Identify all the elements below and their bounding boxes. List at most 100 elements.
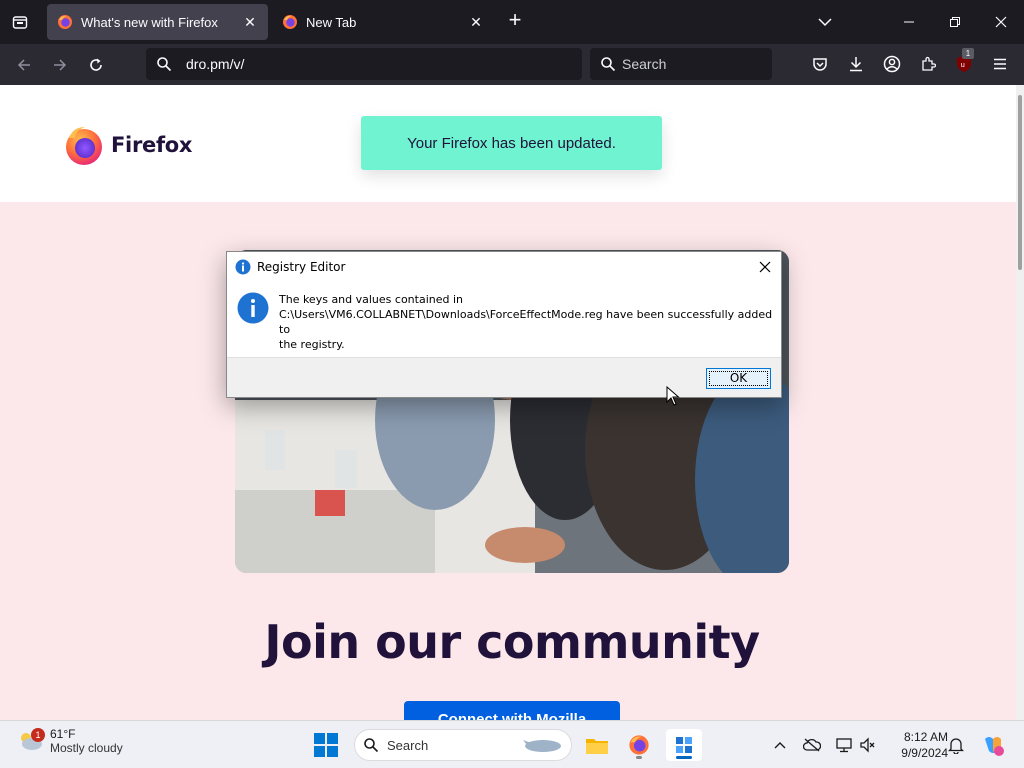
search-icon: [601, 57, 616, 72]
reload-icon: [90, 58, 102, 71]
close-tab-icon[interactable]: ✕: [468, 14, 484, 30]
firefox-view-button[interactable]: [8, 10, 32, 34]
info-icon: [237, 292, 269, 324]
update-notification: Your Firefox has been updated.: [361, 116, 662, 170]
firefox-favicon-icon: [58, 15, 72, 29]
speaker-muted-icon: [860, 737, 875, 753]
volume-tray-icon[interactable]: [858, 735, 878, 755]
ok-button[interactable]: OK: [706, 368, 771, 389]
ublock-extension-button[interactable]: u 1: [952, 48, 976, 76]
downloads-button[interactable]: [844, 52, 868, 76]
close-icon: [995, 16, 1007, 28]
network-icon: [836, 738, 852, 753]
copilot-button[interactable]: [980, 732, 1006, 758]
search-placeholder: Search: [622, 56, 667, 72]
reload-button[interactable]: [83, 52, 109, 78]
onedrive-tray-icon[interactable]: [802, 735, 822, 755]
firefox-logo[interactable]: Firefox: [63, 124, 192, 166]
scroll-thumb[interactable]: [1018, 95, 1022, 270]
page-scrollbar[interactable]: [1016, 85, 1024, 720]
network-tray-icon[interactable]: [834, 735, 854, 755]
file-explorer-app[interactable]: [579, 729, 615, 761]
app-menu-button[interactable]: [988, 52, 1012, 76]
close-window-button[interactable]: [984, 6, 1018, 38]
bell-icon: [948, 738, 964, 754]
clock-date: 9/9/2024: [901, 746, 948, 760]
close-tab-icon[interactable]: ✕: [242, 14, 258, 30]
running-indicator: [636, 756, 642, 759]
copilot-icon: [985, 737, 1004, 756]
weather-condition: Mostly cloudy: [50, 741, 123, 755]
registry-editor-icon: [676, 737, 692, 753]
tab-title: New Tab: [306, 14, 357, 30]
puzzle-icon: [922, 56, 936, 71]
firefox-icon: [629, 735, 649, 755]
tab-title: What's new with Firefox: [81, 14, 218, 30]
search-highlight-icon: [523, 740, 561, 752]
search-bar[interactable]: Search: [590, 48, 772, 80]
chevron-down-icon: [818, 18, 832, 27]
taskbar-search-placeholder: Search: [387, 737, 429, 753]
connect-with-mozilla-button[interactable]: Connect with Mozilla: [404, 701, 620, 720]
back-arrow-icon: [17, 59, 30, 71]
tab-strip: What's new with Firefox ✕ New Tab ✕ +: [0, 0, 1024, 44]
firefox-logo-icon: [66, 127, 102, 165]
registry-editor-dialog: Registry Editor The keys and values cont…: [226, 251, 782, 398]
tab-whats-new[interactable]: What's new with Firefox ✕: [47, 4, 268, 40]
dialog-title: Registry Editor: [257, 260, 346, 274]
minimize-button[interactable]: [892, 6, 926, 38]
windows-taskbar: 61°F Mostly cloudy 1 Search 8:12 AM 9/9/…: [0, 720, 1024, 768]
dialog-close-button[interactable]: [755, 257, 775, 277]
notifications-button[interactable]: [946, 735, 966, 755]
web-page-content: Firefox Your Firefox has been updated. J…: [0, 85, 1016, 720]
download-icon: [850, 57, 862, 72]
firefox-wordmark: Firefox: [111, 133, 193, 157]
firefox-favicon-icon: [283, 15, 297, 29]
restore-button[interactable]: [938, 6, 972, 38]
close-icon: [759, 261, 771, 273]
restore-icon: [950, 17, 960, 27]
list-all-tabs-button[interactable]: [808, 6, 842, 38]
pocket-icon: [813, 58, 827, 71]
folder-icon: [586, 739, 608, 754]
account-icon: [883, 55, 901, 73]
weather-badge: 1: [31, 728, 45, 742]
search-icon: [364, 738, 379, 753]
extensions-button[interactable]: [916, 52, 940, 76]
svg-text:u: u: [961, 61, 965, 69]
url-text[interactable]: dro.pm/v/: [186, 56, 244, 72]
taskbar-search[interactable]: Search: [354, 729, 572, 761]
dialog-footer: OK: [227, 357, 781, 397]
address-bar[interactable]: dro.pm/v/: [146, 48, 582, 80]
account-button[interactable]: [880, 52, 904, 76]
pocket-button[interactable]: [808, 52, 832, 76]
chevron-up-icon: [774, 742, 786, 749]
cloud-off-icon: [803, 738, 821, 752]
active-indicator: [676, 756, 692, 759]
forward-button[interactable]: [47, 52, 73, 78]
new-tab-button[interactable]: +: [504, 9, 526, 32]
dialog-message-line: The keys and values contained in: [279, 293, 464, 306]
taskbar-clock[interactable]: 8:12 AM 9/9/2024: [886, 729, 948, 761]
windows-start-icon[interactable]: [313, 732, 339, 758]
registry-editor-taskbar-app[interactable]: [666, 729, 702, 761]
show-hidden-icons-button[interactable]: [770, 735, 790, 755]
info-icon: [235, 259, 251, 275]
firefox-taskbar-app[interactable]: [621, 729, 657, 761]
forward-arrow-icon: [54, 59, 67, 71]
dialog-message-line: C:\Users\VM6.COLLABNET\Downloads\ForceEf…: [279, 308, 773, 336]
tab-new-tab[interactable]: New Tab ✕: [272, 4, 494, 40]
community-heading: Join our community: [264, 615, 760, 669]
search-icon: [157, 57, 172, 72]
page-header: Firefox Your Firefox has been updated.: [0, 85, 1016, 202]
extension-badge: 1: [962, 48, 974, 59]
hamburger-menu-icon: [994, 58, 1006, 70]
dialog-body: The keys and values contained in C:\User…: [227, 282, 781, 357]
firefox-view-icon: [12, 16, 28, 29]
weather-temperature: 61°F: [50, 727, 76, 741]
dialog-titlebar: Registry Editor: [227, 252, 781, 282]
dialog-message: The keys and values contained in C:\User…: [279, 292, 773, 357]
clock-time: 8:12 AM: [903, 730, 948, 744]
minimize-icon: [904, 21, 914, 23]
back-button[interactable]: [11, 52, 37, 78]
